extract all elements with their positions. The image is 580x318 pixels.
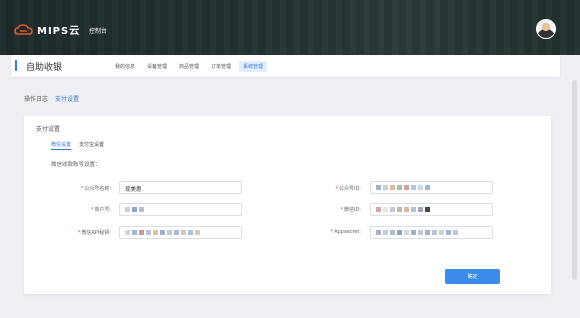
console-link[interactable]: 控制台: [89, 26, 107, 35]
required-mark: *: [80, 186, 84, 192]
header-accent-bar: [15, 60, 17, 71]
nav-system-management[interactable]: 系统管理: [239, 61, 268, 72]
merchant-no-field[interactable]: [119, 203, 242, 216]
account-id-label-text: 公众号ID:: [338, 186, 361, 192]
panel-title: 支付设置: [36, 126, 61, 133]
api-key-label: *微信API秘钥:: [41, 229, 111, 236]
page-scrollbar[interactable]: [572, 80, 577, 280]
brand-logo[interactable]: MIPS云: [14, 22, 80, 37]
required-mark: *: [330, 229, 334, 235]
wechat-id-field[interactable]: [370, 203, 493, 216]
payment-tabs: 微信设置 支付宝设置: [51, 141, 104, 150]
confirm-button[interactable]: 确定: [445, 269, 500, 284]
masked-value: [376, 185, 487, 190]
appsecret-label: *Appsecret:: [291, 229, 361, 235]
nav-product-management[interactable]: 商品管理: [175, 61, 203, 72]
breadcrumb-payment-settings[interactable]: 支付设置: [55, 94, 79, 103]
account-id-label: *公众号ID:: [291, 185, 361, 192]
required-mark: *: [90, 207, 94, 213]
appsecret-field[interactable]: [370, 226, 493, 239]
merchant-no-label-text: 商户号:: [94, 207, 111, 213]
masked-value: [125, 230, 236, 235]
account-name-label: *公众号名称:: [41, 185, 111, 192]
masked-value: [376, 207, 487, 212]
section-label: 微信收款账号设置：: [51, 162, 101, 168]
account-name-label-text: 公众号名称:: [84, 186, 111, 192]
nav-device-management[interactable]: 设备管理: [143, 61, 171, 72]
appsecret-label-text: Appsecret:: [334, 229, 361, 235]
breadcrumb-operation-log[interactable]: 操作日志: [24, 94, 48, 103]
payment-settings-panel: 支付设置 微信设置 支付宝设置 微信收款账号设置： *公众号名称: 现美惠 *公…: [24, 116, 551, 294]
wechat-id-label-text: 微信ID:: [343, 207, 361, 213]
tab-wechat-settings[interactable]: 微信设置: [51, 141, 72, 150]
account-name-field[interactable]: 现美惠: [119, 181, 242, 194]
account-id-field[interactable]: [370, 181, 493, 194]
avatar[interactable]: [536, 19, 556, 39]
api-key-label-text: 微信API秘钥:: [81, 230, 111, 236]
main-nav: 我的信息 设备管理 商品管理 订单管理 系统管理: [111, 61, 268, 72]
masked-value: [125, 207, 236, 212]
page-title: 自助收银: [26, 63, 63, 73]
tab-alipay-settings[interactable]: 支付宝设置: [79, 141, 104, 150]
wechat-id-label: *微信ID:: [291, 206, 361, 213]
required-mark: *: [340, 207, 343, 213]
masked-value: [376, 230, 487, 235]
nav-order-management[interactable]: 订单管理: [207, 61, 235, 72]
page-header: 自助收银 我的信息 设备管理 商品管理 订单管理 系统管理: [11, 55, 560, 77]
cloud-logo-icon: [14, 23, 33, 35]
required-mark: *: [335, 186, 338, 192]
top-bar: MIPS云 控制台: [0, 0, 580, 55]
brand-name: MIPS云: [37, 26, 81, 37]
breadcrumb: 操作日志 支付设置: [24, 94, 79, 103]
api-key-field[interactable]: [119, 226, 242, 239]
merchant-no-label: *商户号:: [41, 206, 111, 213]
nav-my-info[interactable]: 我的信息: [111, 61, 139, 72]
